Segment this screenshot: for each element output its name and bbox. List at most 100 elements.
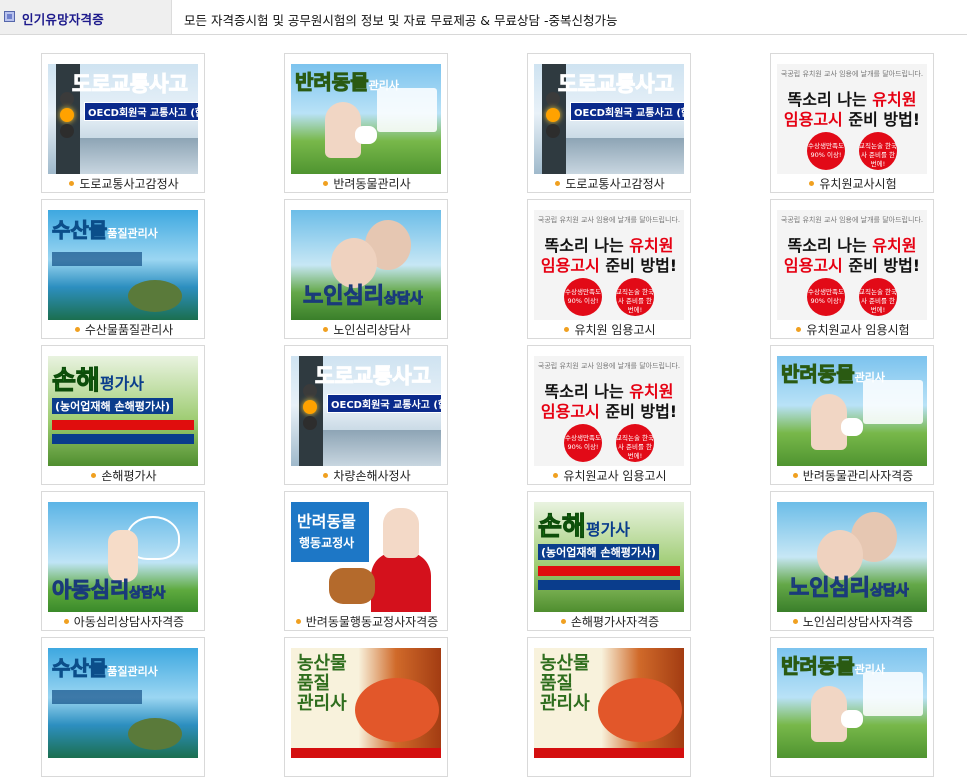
bullet-dot-icon — [564, 327, 570, 332]
certificate-card[interactable]: 도로교통사고 OECD회원국 교통사고 (한국위) 도로교통사고감정사 — [41, 53, 205, 193]
banner-title: 농산물 품질 관리사 — [540, 654, 590, 714]
certificate-caption[interactable]: 반려동물관리사자격증 — [771, 467, 935, 484]
certificate-label: 유치원 임용고시 — [574, 323, 656, 337]
banner-bottom-strip — [534, 748, 684, 758]
certificate-caption[interactable]: 유치원 임용고시 — [528, 321, 692, 338]
certificate-card[interactable]: 국공립 유치원 교사 임용에 날개를 달아드립니다. 똑소리 나는 유치원 임용고시… — [527, 345, 691, 485]
dog-figure — [841, 710, 863, 728]
certificate-thumbnail[interactable]: 도로교통사고 OECD회원국 교통사고 (한국위) — [291, 356, 441, 466]
banner-line-2: 임용고시 준비 방법! — [777, 252, 927, 276]
banner-title: 아동심리상담사 — [51, 578, 166, 603]
info-strip — [52, 252, 142, 266]
banner-line-part: 준비 방법! — [842, 256, 921, 275]
certificate-caption[interactable]: 차량손해사정사 — [285, 467, 449, 484]
certificate-caption[interactable]: 반려동물관리사 — [285, 175, 449, 192]
info-bar — [538, 580, 680, 590]
bullet-dot-icon — [796, 327, 802, 332]
certificate-thumbnail[interactable]: 반려동물관리사 — [777, 648, 927, 758]
bullet-dot-icon — [323, 327, 329, 332]
certificate-label: 반려동물관리사자격증 — [802, 469, 914, 483]
certificate-thumbnail[interactable]: 반려동물관리사 — [291, 64, 441, 174]
certificate-thumbnail[interactable]: 도로교통사고 OECD회원국 교통사고 (한국위) — [48, 64, 198, 174]
page-header: 인기유망자격증 모든 자격증시험 및 공무원시험의 정보 및 자료 무료제공 &… — [0, 0, 967, 35]
banner-line-part: 준비 방법! — [842, 110, 921, 129]
food-bowl-figure — [598, 678, 682, 742]
certificate-caption[interactable]: 유치원교사 임용시험 — [771, 321, 935, 338]
certificate-thumbnail[interactable]: 도로교통사고 OECD회원국 교통사고 (한국위) — [534, 64, 684, 174]
info-strip — [52, 690, 142, 704]
certificate-caption[interactable]: 노인심리상담사자격증 — [771, 613, 935, 630]
certificate-card[interactable]: 반려동물관리사반려동물관리사자격증 — [770, 345, 934, 485]
bullet-dot-icon — [91, 473, 97, 478]
certificate-card[interactable]: 수산물품질관리사 수산물품질관리사 — [41, 199, 205, 339]
certificate-card[interactable]: 노인심리상담사노인심리상담사자격증 — [770, 491, 934, 631]
certificate-label: 노인심리상담사자격증 — [802, 615, 914, 629]
certificate-caption[interactable]: 노인심리상담사 — [285, 321, 449, 338]
banner-title-line: 관리사 — [297, 693, 347, 714]
certificate-caption[interactable]: 도로교통사고감정사 — [528, 175, 692, 192]
banner-subtitle: (농어업재해 손해평가사) — [538, 544, 660, 560]
certificate-card[interactable]: 도로교통사고 OECD회원국 교통사고 (한국위) 차량손해사정사 — [284, 345, 448, 485]
info-bar — [538, 566, 680, 576]
certificate-thumbnail[interactable]: 노인심리상담사 — [291, 210, 441, 320]
certificate-card[interactable]: 아동심리상담사아동심리상담사자격증 — [41, 491, 205, 631]
banner-title: 노인심리상담사 — [303, 284, 424, 310]
badge-circle: 교직논술 한국사 준비를 한 번에! — [616, 424, 654, 462]
certificate-caption[interactable]: 손해평가사자격증 — [528, 613, 692, 630]
certificate-label: 반려동물관리사 — [333, 177, 411, 191]
certificate-thumbnail[interactable]: 수산물품질관리사 — [48, 210, 198, 320]
certificate-thumbnail[interactable]: 노인심리상담사 — [777, 502, 927, 612]
bullet-dot-icon — [74, 327, 80, 332]
certificate-thumbnail[interactable]: 농산물 품질 관리사 — [534, 648, 684, 758]
certificate-caption[interactable]: 수산물품질관리사 — [42, 321, 206, 338]
banner-line-part: 임용고시 — [540, 402, 600, 421]
certificate-thumbnail[interactable]: 반려동물 행동교정사 — [291, 502, 441, 612]
certificate-card[interactable]: 국공립 유치원 교사 임용에 날개를 달아드립니다. 똑소리 나는 유치원 임용고시… — [770, 53, 934, 193]
dog-figure — [355, 126, 377, 144]
certificate-thumbnail[interactable]: 손해평가사 (농어업재해 손해평가사) — [48, 356, 198, 466]
certificate-card[interactable]: 반려동물관리사 — [770, 637, 934, 777]
certificate-card[interactable]: 도로교통사고 OECD회원국 교통사고 (한국위) 도로교통사고감정사 — [527, 53, 691, 193]
certificate-label: 수산물품질관리사 — [84, 323, 174, 337]
certificate-card[interactable]: 농산물 품질 관리사 — [284, 637, 448, 777]
kinder-banner-image: 국공립 유치원 교사 임용에 날개를 달아드립니다. 똑소리 나는 유치원 임용고시… — [777, 210, 927, 320]
certificate-caption[interactable]: 손해평가사 — [42, 467, 206, 484]
certificate-card[interactable]: 국공립 유치원 교사 임용에 날개를 달아드립니다. 똑소리 나는 유치원 임용고시… — [527, 199, 691, 339]
certificate-caption[interactable]: 유치원교사시험 — [771, 175, 935, 192]
certificate-card[interactable]: 농산물 품질 관리사 — [527, 637, 691, 777]
person-figure — [383, 508, 419, 558]
certificate-caption[interactable]: 아동심리상담사자격증 — [42, 613, 206, 630]
banner-title-line: 관리사 — [540, 693, 590, 714]
certificate-caption[interactable]: 도로교통사고감정사 — [42, 175, 206, 192]
certificate-caption[interactable]: 반려동물행동교정사자격증 — [285, 613, 449, 630]
certificate-thumbnail[interactable]: 국공립 유치원 교사 임용에 날개를 달아드립니다. 똑소리 나는 유치원 임용고시… — [777, 64, 927, 174]
certificate-card[interactable]: 국공립 유치원 교사 임용에 날개를 달아드립니다. 똑소리 나는 유치원 임용고시… — [770, 199, 934, 339]
certificate-card[interactable]: 손해평가사 (농어업재해 손해평가사) 손해평가사자격증 — [527, 491, 691, 631]
certificate-label: 유치원교사 임용고시 — [563, 469, 667, 483]
certificate-card[interactable]: 손해평가사 (농어업재해 손해평가사) 손해평가사 — [41, 345, 205, 485]
certificate-thumbnail[interactable]: 국공립 유치원 교사 임용에 날개를 달아드립니다. 똑소리 나는 유치원 임용고시… — [534, 356, 684, 466]
banner-line-part: 임용고시 — [783, 110, 843, 129]
certificate-thumbnail[interactable]: 손해평가사 (농어업재해 손해평가사) — [534, 502, 684, 612]
certificate-card[interactable]: 노인심리상담사 노인심리상담사 — [284, 199, 448, 339]
certificate-thumbnail[interactable]: 수산물품질관리사 — [48, 648, 198, 758]
certificate-card[interactable]: 반려동물관리사 반려동물관리사 — [284, 53, 448, 193]
certificate-caption[interactable]: 유치원교사 임용고시 — [528, 467, 692, 484]
certificate-thumbnail[interactable]: 아동심리상담사 — [48, 502, 198, 612]
badge-circle: 수상생만족도 90% 이상! — [807, 278, 845, 316]
certificate-card[interactable]: 수산물품질관리사 — [41, 637, 205, 777]
banner-title: 반려동물 — [297, 512, 356, 531]
banner-title: 도로교통사고 — [558, 72, 675, 97]
banner-title-small: 상담사 — [869, 583, 909, 600]
certificate-card[interactable]: 반려동물 행동교정사 반려동물행동교정사자격증 — [284, 491, 448, 631]
banner-title-small: 관리사 — [854, 663, 885, 676]
bullet-dot-icon — [555, 181, 561, 186]
bullet-dot-icon — [553, 473, 559, 478]
pet-banner-image: 반려동물관리사 — [777, 356, 927, 466]
certificate-thumbnail[interactable]: 농산물 품질 관리사 — [291, 648, 441, 758]
petb-banner-image: 반려동물 행동교정사 — [291, 502, 441, 612]
category-tab[interactable]: 인기유망자격증 — [0, 0, 172, 34]
certificate-thumbnail[interactable]: 국공립 유치원 교사 임용에 날개를 달아드립니다. 똑소리 나는 유치원 임용고시… — [534, 210, 684, 320]
certificate-thumbnail[interactable]: 반려동물관리사 — [777, 356, 927, 466]
certificate-thumbnail[interactable]: 국공립 유치원 교사 임용에 날개를 달아드립니다. 똑소리 나는 유치원 임용고시… — [777, 210, 927, 320]
